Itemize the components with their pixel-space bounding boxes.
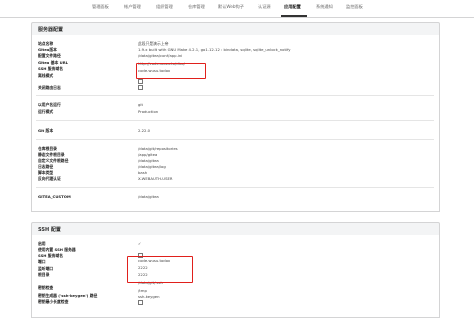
config-value: 1.9.x built with GNU Make 4.2.1, go1.12.…: [138, 47, 291, 52]
ssh-label: 端口: [38, 259, 46, 264]
offline-mode-checkbox: [138, 79, 143, 84]
config-value: /data/gitea/conf/app.ini: [138, 53, 183, 58]
ssh-config-title: SSH 配置: [38, 227, 61, 233]
tab-webhooks[interactable]: 默认Web钩子: [218, 4, 244, 10]
ssh-enabled-check: ✓: [138, 241, 142, 246]
server-config-header: 服务器配置: [31, 22, 440, 36]
disable-router-log-checkbox: [138, 85, 143, 90]
divider: [36, 139, 434, 140]
tab-orgs[interactable]: 组织管理: [156, 4, 173, 10]
ssh-label: 密钥检查: [38, 285, 54, 290]
config-value: 2.22.0: [138, 128, 151, 133]
ssh-label: 根目录: [38, 272, 50, 277]
tab-users[interactable]: 帐户管理: [124, 4, 141, 10]
config-label: 关闭路由日志: [38, 85, 61, 90]
ssh-value: ssh-keygen: [138, 294, 160, 299]
top-navigation: 管理面板 帐户管理 组织管理 仓库管理 默认Web钩子 认证源 应用配置 系统通…: [0, 0, 474, 18]
ssh-config-body: [31, 235, 440, 318]
config-value: /data/gitea/log: [138, 164, 166, 169]
divider: [36, 95, 434, 96]
config-label: 离线模式: [38, 73, 54, 78]
config-value: X-WEBAUTH-USER: [138, 176, 173, 181]
config-label: 运行模式: [38, 109, 54, 114]
tab-repos[interactable]: 仓库管理: [188, 4, 205, 10]
ssh-label: 密钥最小长度检查: [38, 299, 69, 304]
config-label: 以用户名运行: [38, 102, 61, 107]
config-value: /data/git/repositories: [138, 146, 178, 151]
tab-dashboard[interactable]: 管理面板: [92, 4, 109, 10]
config-value: /data/gitea: [138, 194, 159, 199]
config-label: SSH 服务域名: [38, 66, 63, 71]
ssh-value: /tmp: [138, 288, 147, 293]
config-label: Git 版本: [38, 128, 54, 133]
server-config-body: [31, 35, 440, 212]
divider: [36, 120, 434, 121]
config-value: /data/gitea: [138, 158, 159, 163]
config-label: 配置文件路径: [38, 53, 61, 58]
config-value: bash: [138, 170, 148, 175]
highlight-box: [136, 63, 206, 79]
tab-auth-sources[interactable]: 认证源: [258, 4, 271, 10]
active-tab-indicator: [281, 15, 307, 17]
min-key-size-checkbox: [138, 300, 143, 305]
tab-config[interactable]: 应用配置: [284, 4, 301, 10]
tab-monitor[interactable]: 监控面板: [346, 4, 363, 10]
tab-notices[interactable]: 系统通知: [316, 4, 333, 10]
config-value: git: [138, 102, 143, 107]
config-label: 反向代理认证: [38, 176, 61, 181]
divider: [36, 187, 434, 188]
config-value: Production: [138, 109, 159, 114]
config-value: /app/gitea: [138, 152, 158, 157]
ssh-config-header: SSH 配置: [31, 222, 440, 236]
server-config-title: 服务器配置: [38, 27, 64, 33]
highlight-box: [127, 256, 193, 283]
config-label: GITEA_CUSTOM: [38, 194, 71, 199]
